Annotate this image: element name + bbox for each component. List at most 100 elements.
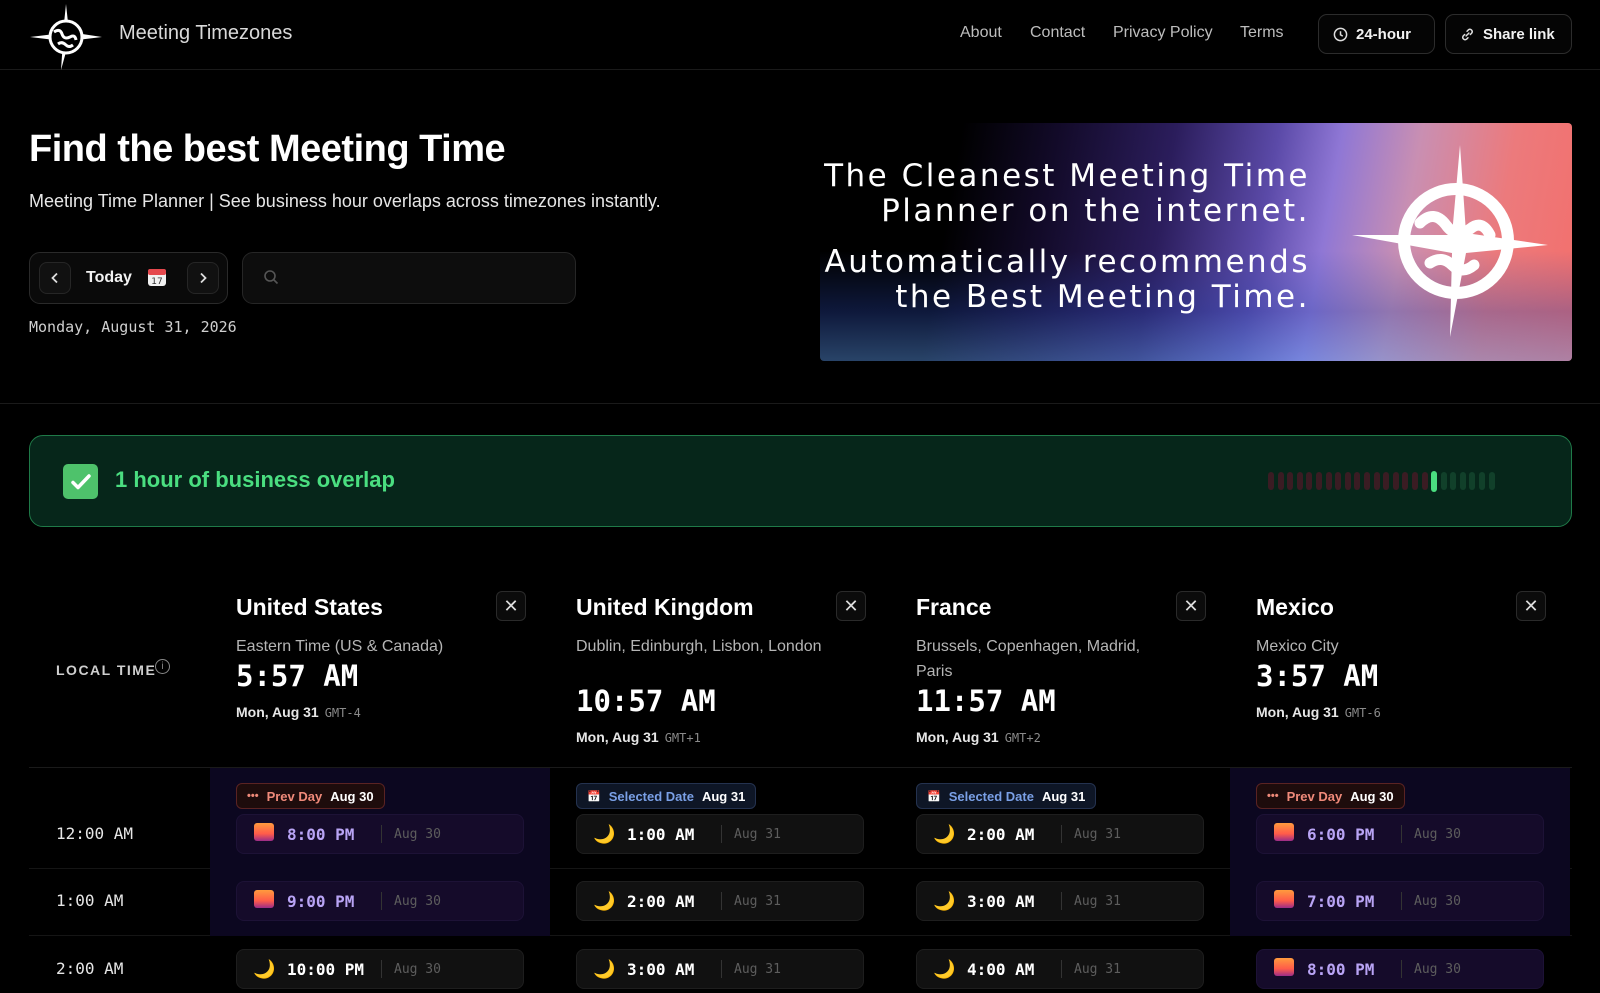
- sunset-icon: [253, 889, 275, 913]
- previous-day-button[interactable]: [39, 262, 71, 294]
- banner-line-4: the Best Meeting Time.: [895, 279, 1310, 315]
- promo-banner: The Cleanest Meeting Time Planner on the…: [820, 123, 1572, 361]
- badge-date: Aug 31: [701, 788, 746, 804]
- slot-date: Aug 31: [1074, 961, 1121, 977]
- time-slot-cell[interactable]: 🌙 2:00 AM Aug 31: [576, 881, 864, 921]
- selected-date-badge: 📅 Selected Date Aug 31: [576, 783, 757, 809]
- slot-separator: [1061, 960, 1062, 978]
- overlap-hour-tick: [1411, 472, 1418, 490]
- badge-label: Selected Date: [948, 788, 1034, 804]
- remove-timezone-button[interactable]: ✕: [836, 591, 866, 621]
- time-slot-cell[interactable]: 7:00 PM Aug 30: [1256, 881, 1544, 921]
- nav-terms[interactable]: Terms: [1240, 24, 1284, 42]
- badge-label: Selected Date: [608, 788, 694, 804]
- overlap-hour-tick: [1306, 472, 1313, 490]
- sunset-icon: [1273, 822, 1295, 846]
- time-slot-cell[interactable]: 🌙 3:00 AM Aug 31: [916, 881, 1204, 921]
- check-icon: [63, 464, 98, 499]
- time-slot-cell[interactable]: 9:00 PM Aug 30: [236, 881, 524, 921]
- slot-time: 2:00 AM: [967, 824, 1035, 844]
- link-icon: [1462, 28, 1473, 40]
- slot-date: Aug 30: [1414, 961, 1461, 977]
- brand-name[interactable]: Meeting Timezones: [119, 22, 292, 45]
- slot-time: 3:00 AM: [627, 959, 695, 979]
- top-bar: Meeting Timezones About Contact Privacy …: [0, 0, 1600, 70]
- sunset-icon: [1273, 957, 1295, 981]
- slot-date: Aug 31: [1074, 826, 1121, 842]
- remove-timezone-button[interactable]: ✕: [1176, 591, 1206, 621]
- nav-privacy-policy[interactable]: Privacy Policy: [1113, 24, 1213, 42]
- time-slot-cell[interactable]: 8:00 PM Aug 30: [1256, 949, 1544, 989]
- time-slot-cell[interactable]: 6:00 PM Aug 30: [1256, 814, 1544, 854]
- current-date-text: Mon, Aug 31: [1256, 704, 1339, 720]
- slot-date: Aug 31: [734, 826, 781, 842]
- remove-timezone-button[interactable]: ✕: [496, 591, 526, 621]
- calendar-icon[interactable]: 17: [147, 267, 167, 287]
- time-slot-cell[interactable]: 8:00 PM Aug 30: [236, 814, 524, 854]
- timezone-region: Dublin, Edinburgh, Lisbon, London: [576, 638, 822, 655]
- current-date: Mon, Aug 31 GMT-4: [236, 704, 361, 720]
- slot-separator: [721, 825, 722, 843]
- overlap-hour-tick: [1469, 472, 1476, 490]
- country-name: United Kingdom: [576, 594, 754, 620]
- overlap-hour-tick: [1383, 472, 1390, 490]
- share-link-button[interactable]: Share link: [1445, 14, 1572, 54]
- slot-separator: [1061, 825, 1062, 843]
- slot-date: Aug 30: [1414, 893, 1461, 909]
- section-divider: [0, 403, 1600, 404]
- slot-time: 10:00 PM: [287, 959, 365, 979]
- moon-icon: 🌙: [253, 958, 276, 979]
- overlap-hour-tick: [1450, 472, 1457, 490]
- prev-day-badge: ••• Prev Day Aug 30: [1256, 783, 1405, 809]
- slot-time: 8:00 PM: [287, 824, 355, 844]
- timezone-region: Mexico City: [1256, 638, 1339, 655]
- globe-star-logo-icon[interactable]: [30, 4, 102, 70]
- page-title: Find the best Meeting Time: [29, 128, 506, 170]
- current-local-time: 5:57 AM: [236, 659, 359, 693]
- globe-star-icon: [1352, 145, 1548, 337]
- badge-label: Prev Day: [266, 788, 323, 804]
- next-day-button[interactable]: [187, 262, 219, 294]
- calendar-icon: 📅: [587, 790, 601, 803]
- slot-separator: [381, 825, 382, 843]
- overlap-hour-tick: [1296, 472, 1303, 490]
- slot-time: 1:00 AM: [627, 824, 695, 844]
- day-navigator: Today 17: [29, 252, 228, 304]
- slot-time: 4:00 AM: [967, 959, 1035, 979]
- timezone-search-input[interactable]: [242, 252, 576, 304]
- time-slot-cell[interactable]: 🌙 10:00 PM Aug 30: [236, 949, 524, 989]
- info-icon[interactable]: i: [155, 659, 170, 674]
- remove-timezone-button[interactable]: ✕: [1516, 591, 1546, 621]
- nav-contact[interactable]: Contact: [1030, 24, 1085, 42]
- slot-date: Aug 30: [394, 893, 441, 909]
- row-time-label: 1:00 AM: [56, 891, 124, 910]
- chevron-right-icon: [200, 272, 207, 284]
- slot-separator: [381, 960, 382, 978]
- time-slot-cell[interactable]: 🌙 4:00 AM Aug 31: [916, 949, 1204, 989]
- overlap-hour-tick: [1459, 472, 1466, 490]
- current-local-time: 3:57 AM: [1256, 659, 1379, 693]
- selected-date-badge: 📅 Selected Date Aug 31: [916, 783, 1097, 809]
- row-time-label: 2:00 AM: [56, 959, 124, 978]
- selected-date-text: Monday, August 31, 2026: [29, 318, 237, 336]
- dots-icon: •••: [247, 790, 259, 802]
- nav-about[interactable]: About: [960, 24, 1002, 42]
- time-slot-cell[interactable]: 🌙 2:00 AM Aug 31: [916, 814, 1204, 854]
- overlap-hour-tick: [1363, 472, 1370, 490]
- current-date-text: Mon, Aug 31: [236, 704, 319, 720]
- time-format-button[interactable]: 24-hour: [1318, 14, 1435, 54]
- overlap-hour-tick: [1402, 472, 1409, 490]
- time-slot-cell[interactable]: 🌙 1:00 AM Aug 31: [576, 814, 864, 854]
- overlap-hour-tick: [1354, 472, 1361, 490]
- badge-date: Aug 30: [1350, 788, 1394, 804]
- overlap-summary: 1 hour of business overlap: [29, 435, 1572, 527]
- sunset-icon: [253, 822, 275, 846]
- time-slot-cell[interactable]: 🌙 3:00 AM Aug 31: [576, 949, 864, 989]
- slot-date: Aug 30: [394, 826, 441, 842]
- overlap-hour-tick: [1315, 472, 1322, 490]
- badge-date: Aug 31: [1041, 788, 1086, 804]
- chevron-left-icon: [51, 272, 58, 284]
- slot-date: Aug 31: [734, 961, 781, 977]
- country-name: France: [916, 594, 992, 620]
- today-button[interactable]: Today: [86, 269, 132, 287]
